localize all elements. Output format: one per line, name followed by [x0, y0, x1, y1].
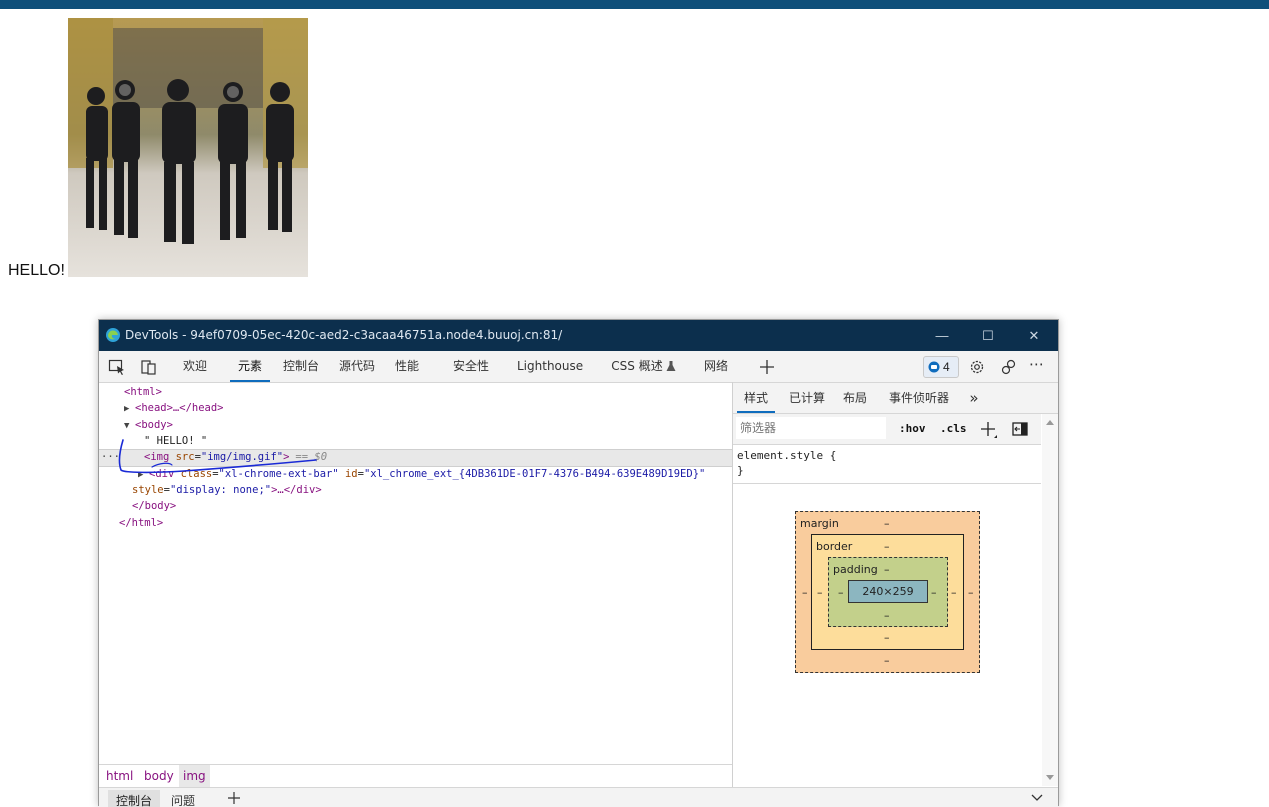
issues-count: 4 [943, 360, 950, 374]
hover-state-button[interactable]: :hov [899, 414, 926, 444]
device-toolbar-icon[interactable] [140, 358, 158, 376]
pen-annotation [118, 439, 317, 474]
inspect-element-icon[interactable] [108, 358, 126, 376]
tab-styles[interactable]: 样式 [737, 383, 775, 413]
add-tab-icon[interactable] [758, 358, 776, 376]
tab-computed[interactable]: 已计算 [786, 383, 828, 413]
chevron-down-icon[interactable] [1031, 794, 1043, 802]
issues-badge[interactable]: 4 [923, 356, 959, 378]
browser-top-bar [0, 0, 1269, 9]
minimize-button[interactable]: — [919, 320, 965, 351]
margin-label: margin [800, 517, 839, 530]
element-style-selector: element.style { [737, 449, 837, 462]
devtools-window: DevTools - 94ef0709-05ec-420c-aed2-c3aca… [98, 319, 1059, 807]
dom-head[interactable]: ▶ <head>…</head> [124, 400, 224, 416]
expand-triangle-icon[interactable]: ▶ [124, 401, 135, 417]
devtools-titlebar: DevTools - 94ef0709-05ec-420c-aed2-c3aca… [99, 320, 1058, 351]
tab-sources[interactable]: 源代码 [336, 351, 378, 382]
dom-body-open[interactable]: ▼ <body> [124, 417, 173, 433]
message-icon [928, 361, 940, 373]
maximize-button[interactable]: ☐ [965, 320, 1011, 351]
box-model-margin[interactable]: margin – – – – border – – – – padding – … [795, 511, 980, 673]
border-right-value: – [951, 586, 957, 599]
devtools-title: DevTools - 94ef0709-05ec-420c-aed2-c3aca… [125, 328, 563, 342]
hello-text: HELLO! [8, 262, 65, 279]
padding-right-value: – [931, 586, 937, 599]
breadcrumb-html[interactable]: html [102, 765, 137, 787]
tab-network[interactable]: 网络 [701, 351, 731, 382]
close-button[interactable]: ✕ [1011, 320, 1057, 351]
new-style-rule-icon[interactable] [980, 421, 998, 439]
dom-div-style[interactable]: style="display: none;">…</div> [132, 482, 322, 498]
styles-filter-row: :hov .cls [733, 414, 1041, 445]
more-options-icon[interactable]: ⋯ [1029, 355, 1044, 373]
tab-event-listeners[interactable]: 事件侦听器 [887, 383, 951, 413]
class-toggle-button[interactable]: .cls [940, 414, 967, 444]
border-bottom-value: – [884, 631, 890, 644]
padding-left-value: – [838, 586, 844, 599]
padding-bottom-value: – [884, 609, 890, 622]
margin-top-value: – [884, 517, 890, 530]
more-tabs-icon[interactable]: » [965, 383, 983, 413]
tab-elements[interactable]: 元素 [230, 351, 270, 382]
styles-tab-bar: 样式 已计算 布局 事件侦听器 » [733, 383, 1058, 414]
customize-icon[interactable] [1000, 358, 1018, 376]
devtools-tab-bar: 欢迎 元素 控制台 源代码 性能 安全性 Lighthouse CSS 概述 网… [99, 351, 1058, 383]
styles-separator [733, 483, 1041, 484]
tab-security[interactable]: 安全性 [449, 351, 493, 382]
edge-logo-icon [106, 328, 120, 342]
border-left-value: – [817, 586, 823, 599]
flask-icon [666, 361, 676, 371]
margin-left-value: – [802, 586, 808, 599]
tab-layout[interactable]: 布局 [840, 383, 870, 413]
tab-lighthouse[interactable]: Lighthouse [517, 351, 583, 382]
breadcrumb: html body img [99, 764, 732, 787]
dom-html-open[interactable]: <html> [124, 384, 162, 400]
tab-css-overview[interactable]: CSS 概述 [609, 351, 665, 382]
margin-bottom-value: – [884, 654, 890, 667]
tab-performance[interactable]: 性能 [392, 351, 422, 382]
pane-splitter[interactable] [732, 382, 733, 806]
box-model-content[interactable]: 240×259 [848, 580, 928, 603]
toggle-sidebar-icon[interactable] [1012, 422, 1028, 436]
breadcrumb-img[interactable]: img [179, 765, 210, 787]
border-label: border [816, 540, 853, 553]
settings-gear-icon[interactable] [968, 358, 986, 376]
dom-body-close[interactable]: </body> [132, 498, 176, 514]
tab-console[interactable]: 控制台 [280, 351, 322, 382]
styles-filter-input[interactable] [736, 417, 886, 439]
styles-scrollbar[interactable] [1042, 414, 1058, 786]
content-size: 240×259 [862, 585, 914, 598]
drawer-add-icon[interactable] [227, 791, 241, 805]
box-model-padding[interactable]: padding – – – – 240×259 [828, 557, 948, 627]
padding-top-value: – [884, 563, 890, 576]
breadcrumb-body[interactable]: body [140, 765, 178, 787]
tab-welcome[interactable]: 欢迎 [177, 351, 213, 382]
elements-tree: <html> ▶ <head>…</head> ▼ <body> " HELLO! … [99, 383, 732, 763]
element-style-rule[interactable]: element.style { } [737, 448, 836, 478]
dom-html-close[interactable]: </html> [119, 515, 163, 531]
dance-gif-image [68, 18, 308, 277]
box-model-border[interactable]: border – – – – padding – – – – 240×259 [811, 534, 964, 650]
padding-label: padding [833, 563, 878, 576]
border-top-value: – [884, 540, 890, 553]
drawer-tab-console[interactable]: 控制台 [108, 790, 161, 807]
element-style-close: } [737, 464, 744, 477]
collapse-triangle-icon[interactable]: ▼ [124, 418, 135, 434]
drawer-tabbar: 控制台 问题 [99, 787, 1058, 807]
margin-right-value: – [968, 586, 974, 599]
